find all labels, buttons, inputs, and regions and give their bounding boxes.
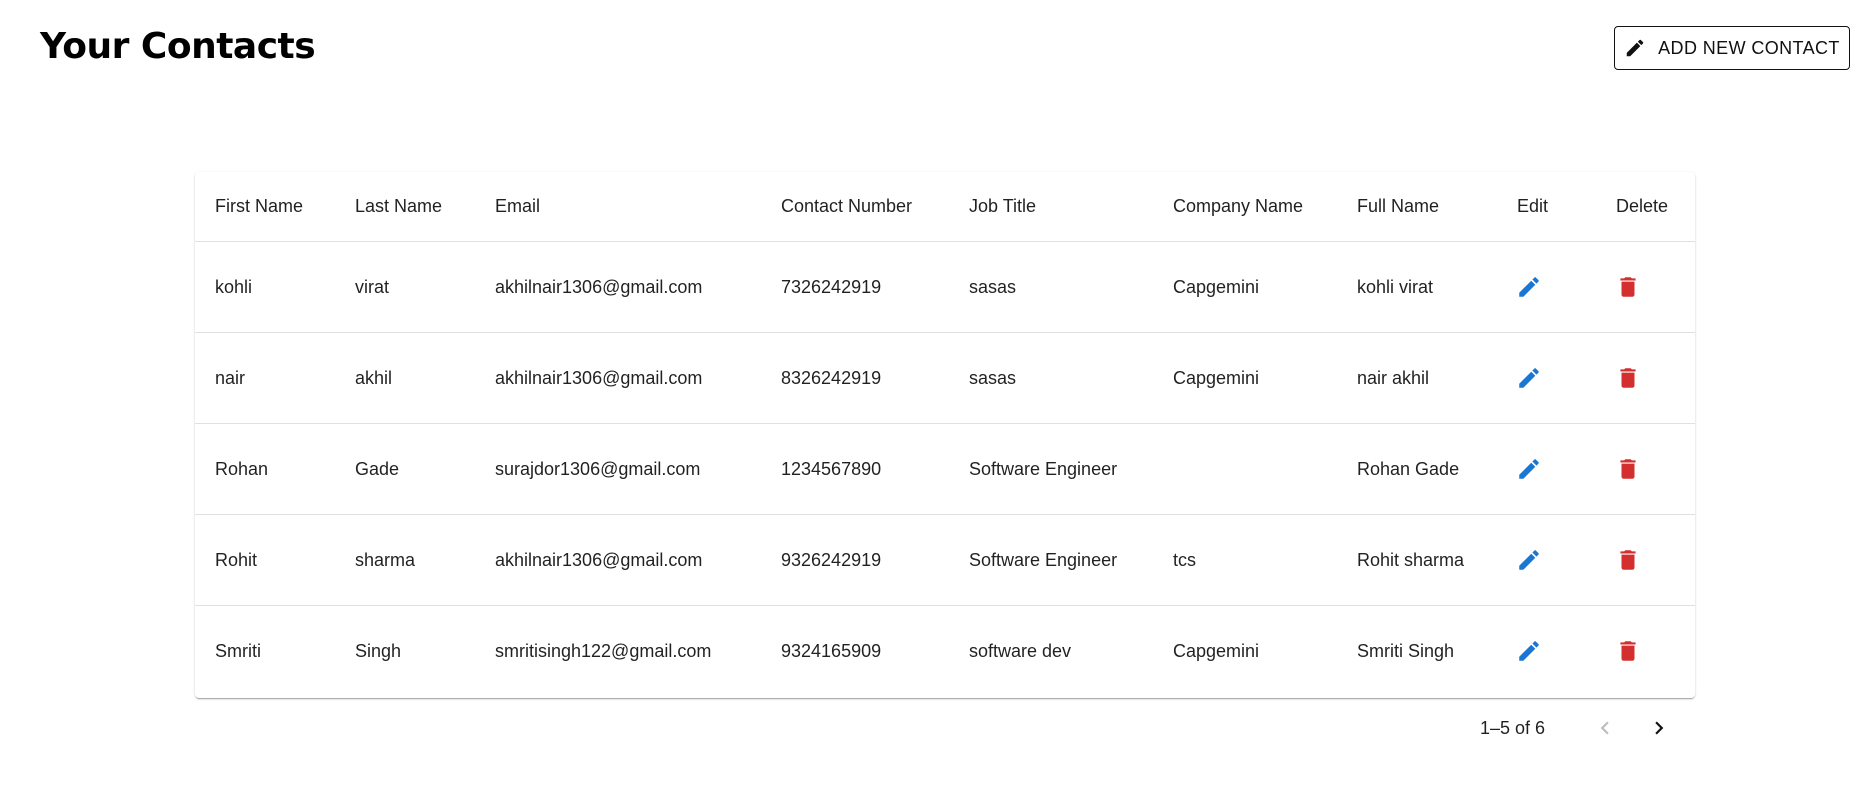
cell-contact-number: 9324165909 [781, 640, 882, 661]
table-body: kohli virat akhilnair1306@gmail.com 7326242… [195, 241, 1695, 697]
contacts-table: First Name Last Name Email Contact Numbe… [195, 172, 1695, 696]
table-row: Rohit sharma akhilnair1306@gmail.com 932624… [195, 514, 1695, 606]
column-header-contact-number: Contact Number [761, 172, 949, 242]
pagination-range: 1–5 of 6 [1480, 717, 1546, 738]
cell-email: smritisingh122@gmail.com [495, 640, 712, 661]
column-header-job-title: Job Title [949, 172, 1153, 242]
cell-email: akhilnair1306@gmail.com [475, 332, 761, 424]
edit-button[interactable] [1509, 540, 1549, 580]
column-header-email: Email [475, 172, 761, 242]
table-row: nair akhil akhilnair1306@gmail.com 83262429… [195, 332, 1695, 424]
add-new-contact-label: ADD NEW CONTACT [1658, 37, 1840, 58]
cell-contact-number: 1234567890 [761, 423, 949, 515]
cell-first-name: Rohit [195, 514, 335, 606]
cell-first-name: Smriti [215, 640, 261, 661]
column-header-full-name: Full Name [1337, 172, 1497, 242]
cell-company-name [1153, 423, 1337, 515]
cell-edit [1497, 332, 1596, 424]
cell-full-name: nair akhil [1337, 332, 1497, 424]
pencil-icon [1516, 274, 1542, 300]
cell-job-title: Software Engineer [949, 423, 1153, 515]
cell-company-name: Capgemini [1153, 241, 1337, 333]
pencil-icon [1624, 37, 1646, 59]
cell-full-name: Rohan Gade [1337, 423, 1497, 515]
edit-button[interactable] [1509, 449, 1549, 489]
column-header-edit: Edit [1497, 172, 1596, 242]
cell-contact-number: 9326242919 [761, 514, 949, 606]
previous-page-button[interactable] [1585, 708, 1625, 748]
cell-job-title: Software Engineer [949, 514, 1153, 606]
trash-icon [1615, 274, 1641, 300]
cell-job-title: sasas [949, 241, 1153, 333]
cell-full-name: kohli virat [1337, 241, 1497, 333]
cell-delete [1596, 332, 1695, 424]
cell-edit [1497, 514, 1596, 606]
cell-email: surajdor1306@gmail.com [475, 423, 761, 515]
edit-button[interactable] [1509, 358, 1549, 398]
cell-email: akhilnair1306@gmail.com [475, 241, 761, 333]
cell-edit [1497, 423, 1596, 515]
trash-icon [1615, 638, 1641, 664]
trash-icon [1615, 456, 1641, 482]
cell-edit [1497, 241, 1596, 333]
column-header-company-name: Company Name [1153, 172, 1337, 242]
cell-edit [1497, 606, 1596, 697]
cell-last-name: Gade [335, 423, 475, 515]
table-row: Rohan Gade surajdor1306@gmail.com 123456789… [195, 423, 1695, 515]
cell-company-name: Capgemini [1153, 332, 1337, 424]
pencil-icon [1516, 456, 1542, 482]
column-header-last-name: Last Name [335, 172, 475, 242]
cell-company-name: Capgemini [1173, 640, 1260, 661]
column-header-delete: Delete [1596, 172, 1695, 242]
cell-contact-number: 7326242919 [761, 241, 949, 333]
page: Your Contacts ADD NEW CONTACT First Name [0, 0, 1862, 812]
cell-job-title: sasas [949, 332, 1153, 424]
pencil-icon [1516, 638, 1542, 664]
cell-last-name: Singh [355, 640, 402, 661]
cell-full-name: Smriti Singh [1357, 640, 1455, 661]
cell-first-name: kohli [195, 241, 335, 333]
add-new-contact-button[interactable]: ADD NEW CONTACT [1614, 26, 1850, 70]
delete-button[interactable] [1608, 358, 1648, 398]
delete-button[interactable] [1608, 267, 1648, 307]
cell-company-name: tcs [1153, 514, 1337, 606]
cell-delete [1596, 606, 1695, 697]
cell-last-name: akhil [335, 332, 475, 424]
pencil-icon [1516, 365, 1542, 391]
pagination: 1–5 of 6 [1480, 708, 1693, 748]
edit-button[interactable] [1509, 631, 1549, 671]
cell-delete [1596, 241, 1695, 333]
chevron-right-icon [1646, 715, 1672, 741]
cell-first-name: Rohan [195, 423, 335, 515]
table-row: Smriti Singh smritisingh122@gmail.com 93241… [195, 606, 1695, 697]
cell-last-name: sharma [335, 514, 475, 606]
delete-button[interactable] [1608, 540, 1648, 580]
contacts-table-container: First Name Last Name Email Contact Numbe… [195, 172, 1695, 698]
cell-full-name: Rohit sharma [1337, 514, 1497, 606]
cell-first-name: nair [195, 332, 335, 424]
cell-job-title: software dev [969, 640, 1072, 661]
delete-button[interactable] [1608, 449, 1648, 489]
cell-email: akhilnair1306@gmail.com [475, 514, 761, 606]
chevron-left-icon [1592, 715, 1618, 741]
trash-icon [1615, 365, 1641, 391]
cell-delete [1596, 514, 1695, 606]
table-header-row: First Name Last Name Email Contact Numbe… [195, 172, 1695, 242]
cell-contact-number: 8326242919 [761, 332, 949, 424]
next-page-button[interactable] [1639, 708, 1679, 748]
trash-icon [1615, 547, 1641, 573]
cell-last-name: virat [335, 241, 475, 333]
column-header-first-name: First Name [195, 172, 335, 242]
pencil-icon [1516, 547, 1542, 573]
delete-button[interactable] [1608, 631, 1648, 671]
edit-button[interactable] [1509, 267, 1549, 307]
cell-delete [1596, 423, 1695, 515]
page-title: Your Contacts [40, 26, 316, 67]
table-row: kohli virat akhilnair1306@gmail.com 7326242… [195, 241, 1695, 333]
